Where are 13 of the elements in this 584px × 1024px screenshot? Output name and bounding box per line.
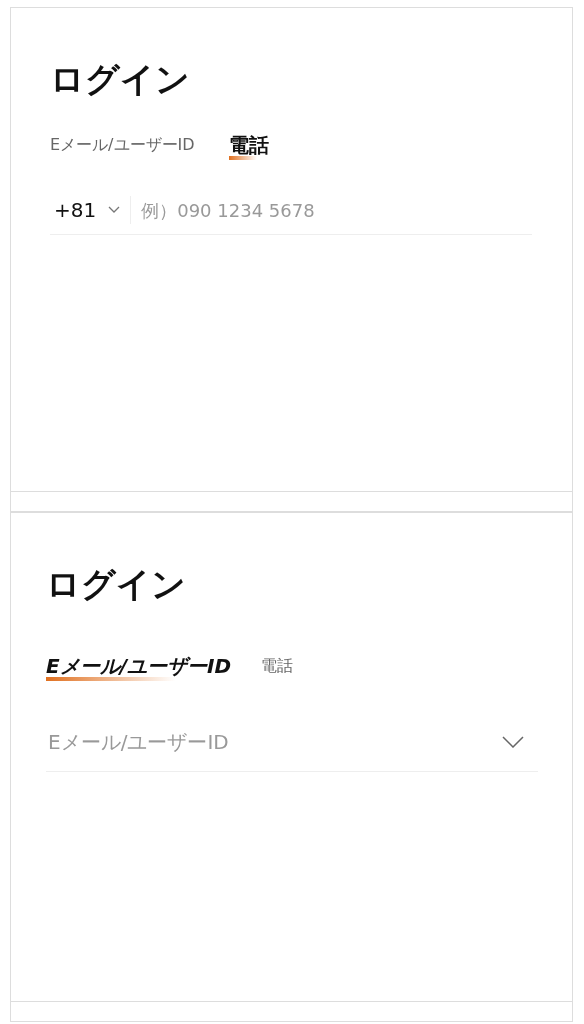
login-tab[interactable]: 電話 xyxy=(228,134,269,160)
phone-input[interactable]: 例）090 1234 5678 xyxy=(139,198,532,222)
account-input[interactable]: Eメール/ユーザーID xyxy=(46,729,502,755)
login-tab[interactable]: Eメール/ユーザーID xyxy=(46,655,231,681)
login-tab[interactable]: Eメール/ユーザーID xyxy=(50,134,195,160)
login-tab[interactable]: 電話 xyxy=(261,655,293,681)
country-code-dropdown[interactable]: +81 xyxy=(50,198,125,222)
login-title: ログイン xyxy=(46,563,187,606)
login-title: ログイン xyxy=(50,58,191,101)
phone-field[interactable]: +81 例）090 1234 5678 xyxy=(50,186,532,235)
chevron-down-icon xyxy=(502,736,524,748)
chevron-down-icon xyxy=(108,206,121,214)
account-field[interactable]: Eメール/ユーザーID xyxy=(46,713,538,772)
